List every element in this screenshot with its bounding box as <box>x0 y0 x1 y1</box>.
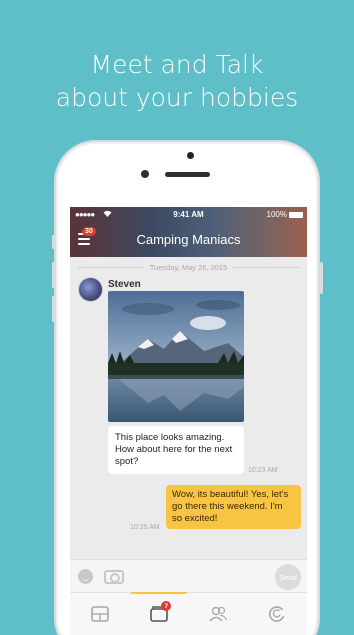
send-button[interactable]: Send <box>275 564 301 590</box>
chat-title: Camping Maniacs <box>136 232 241 247</box>
status-bar: ●●●●● 9:41 AM 100% <box>70 210 307 222</box>
board-icon <box>90 606 109 622</box>
phone-power-button <box>320 262 323 294</box>
shared-photo[interactable] <box>108 291 244 422</box>
phone-volume-down <box>52 296 55 322</box>
headline-line-1: Meet and Talk <box>90 50 264 79</box>
tab-people[interactable] <box>189 593 248 635</box>
chat-header: ●●●●● 9:41 AM 100% 30 Camping Maniacs <box>70 207 307 257</box>
battery-percentage: 100% <box>266 210 287 219</box>
battery-icon <box>289 212 303 218</box>
message-timestamp: 10:23 AM <box>248 467 278 474</box>
phone-sensor <box>187 152 194 159</box>
message-timestamp: 10:25 AM <box>130 524 160 531</box>
date-separator: Tuesday, May 26, 2015 <box>78 261 300 273</box>
outgoing-message: Wow, its beautiful! Yes, let's go there … <box>166 485 301 529</box>
phone-volume-up <box>52 262 55 288</box>
people-icon <box>209 606 228 622</box>
camera-icon[interactable] <box>104 570 124 584</box>
refresh-icon <box>269 606 285 622</box>
date-label: Tuesday, May 26, 2015 <box>149 262 228 272</box>
sender-name: Steven <box>108 279 141 290</box>
tab-bar: 7 <box>70 592 307 635</box>
headline: Meet and Talk about your hobbies <box>0 48 354 114</box>
emoji-icon[interactable] <box>78 569 93 584</box>
incoming-message: This place looks amazing. How about here… <box>108 426 244 474</box>
tab-chats[interactable]: 7 <box>129 592 188 635</box>
message-composer: Send <box>70 559 307 592</box>
divider <box>78 266 144 268</box>
divider <box>233 266 300 268</box>
front-camera <box>141 170 149 178</box>
app-screen: ●●●●● 9:41 AM 100% 30 Camping Maniacs Tu… <box>70 207 307 635</box>
headline-line-2: about your hobbies <box>55 83 299 112</box>
avatar[interactable] <box>78 277 103 302</box>
phone-side-button <box>52 235 55 249</box>
tab-board[interactable] <box>70 593 129 635</box>
tab-refresh[interactable] <box>248 593 307 635</box>
earpiece-speaker <box>165 172 210 177</box>
